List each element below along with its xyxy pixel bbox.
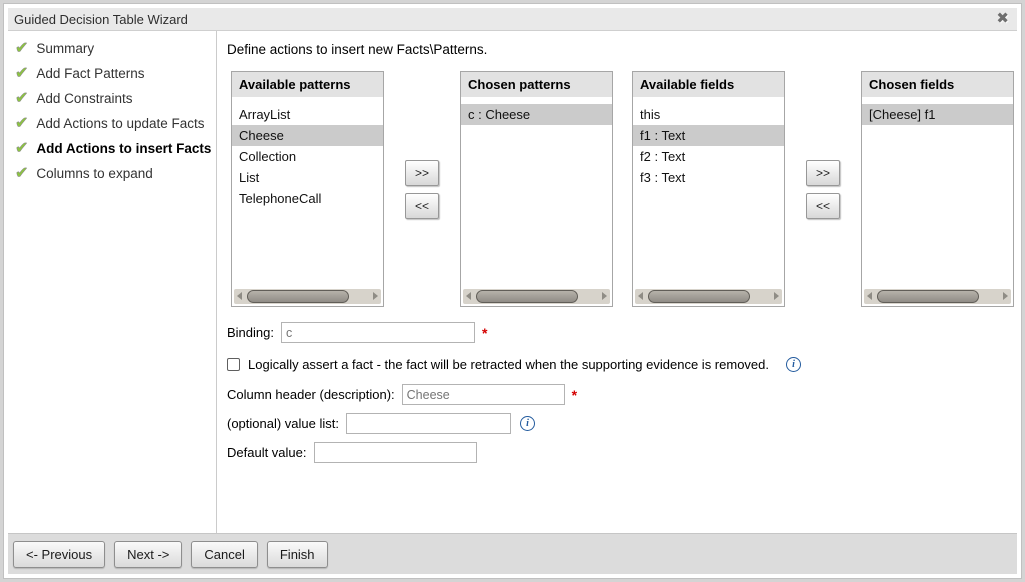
remove-pattern-button[interactable]: << (405, 193, 439, 219)
add-field-button[interactable]: >> (806, 160, 840, 186)
list-item[interactable]: TelephoneCall (232, 188, 383, 209)
value-list-label: (optional) value list: (227, 416, 339, 431)
scrollbar-thumb[interactable] (877, 290, 979, 303)
list-item[interactable]: ArrayList (232, 104, 383, 125)
horizontal-scrollbar[interactable] (864, 289, 1011, 304)
sidebar-item-label: Summary (36, 41, 94, 56)
listbox-items: c : Cheese (461, 97, 612, 288)
column-header-row: Column header (description): * (227, 384, 1017, 405)
check-icon: ✔ (15, 117, 28, 131)
list-item[interactable]: Collection (232, 146, 383, 167)
listbox-items: [Cheese] f1 (862, 97, 1013, 288)
scroll-right-arrow-icon[interactable] (774, 292, 779, 300)
list-item[interactable]: this (633, 104, 784, 125)
add-pattern-button[interactable]: >> (405, 160, 439, 186)
default-value-label: Default value: (227, 445, 307, 460)
info-icon[interactable]: i (786, 357, 801, 372)
column-header-input[interactable] (402, 384, 565, 405)
wizard-dialog: Guided Decision Table Wizard ✖ ✔ Summary… (3, 3, 1022, 579)
scroll-right-arrow-icon[interactable] (1003, 292, 1008, 300)
sidebar-item-label: Columns to expand (36, 166, 152, 181)
next-button[interactable]: Next -> (114, 541, 182, 568)
finish-button[interactable]: Finish (267, 541, 328, 568)
available-patterns-listbox: Available patterns ArrayListCheeseCollec… (231, 71, 384, 307)
scroll-right-arrow-icon[interactable] (373, 292, 378, 300)
value-list-row: (optional) value list: i (227, 413, 1017, 434)
scroll-left-arrow-icon[interactable] (466, 292, 471, 300)
scrollbar-thumb[interactable] (648, 290, 750, 303)
check-icon: ✔ (15, 92, 28, 106)
list-item[interactable]: c : Cheese (461, 104, 612, 125)
check-icon: ✔ (15, 167, 28, 181)
dialog-titlebar: Guided Decision Table Wizard ✖ (8, 8, 1017, 31)
close-icon[interactable]: ✖ (996, 9, 1009, 27)
scroll-left-arrow-icon[interactable] (638, 292, 643, 300)
sidebar-item-label: Add Constraints (36, 91, 132, 106)
chosen-fields-listbox: Chosen fields [Cheese] f1 (861, 71, 1014, 307)
logical-assert-checkbox[interactable] (227, 358, 240, 371)
default-value-input[interactable] (314, 442, 477, 463)
sidebar-item-columns-to-expand[interactable]: ✔ Columns to expand (8, 161, 216, 186)
listbox-items: thisf1 : Textf2 : Textf3 : Text (633, 97, 784, 288)
step-instruction: Define actions to insert new Facts\Patte… (227, 42, 1017, 57)
column-header-label: Column header (description): (227, 387, 395, 402)
listbox-header: Chosen fields (862, 72, 1013, 97)
sidebar-item-add-constraints[interactable]: ✔ Add Constraints (8, 86, 216, 111)
logical-assert-row: Logically assert a fact - the fact will … (227, 357, 1017, 372)
list-item[interactable]: List (232, 167, 383, 188)
wizard-button-bar: <- Previous Next -> Cancel Finish (8, 533, 1017, 574)
required-asterisk: * (482, 325, 487, 341)
patterns-transfer-buttons: >> << (384, 71, 460, 219)
listbox-items: ArrayListCheeseCollectionListTelephoneCa… (232, 97, 383, 288)
check-icon: ✔ (15, 67, 28, 81)
dialog-body: ✔ Summary ✔ Add Fact Patterns ✔ Add Cons… (8, 31, 1017, 533)
horizontal-scrollbar[interactable] (635, 289, 782, 304)
list-item[interactable]: f3 : Text (633, 167, 784, 188)
logical-assert-label: Logically assert a fact - the fact will … (248, 357, 769, 372)
sidebar-item-label: Add Actions to update Facts (36, 116, 204, 131)
scroll-left-arrow-icon[interactable] (867, 292, 872, 300)
horizontal-scrollbar[interactable] (234, 289, 381, 304)
screen: Guided Decision Table Wizard ✖ ✔ Summary… (0, 0, 1025, 582)
sidebar-item-label: Add Fact Patterns (36, 66, 144, 81)
scrollbar-thumb[interactable] (476, 290, 578, 303)
sidebar-item-add-actions-update-facts[interactable]: ✔ Add Actions to update Facts (8, 111, 216, 136)
binding-input[interactable] (281, 322, 475, 343)
info-icon[interactable]: i (520, 416, 535, 431)
available-fields-listbox: Available fields thisf1 : Textf2 : Textf… (632, 71, 785, 307)
listbox-header: Chosen patterns (461, 72, 612, 97)
step-content: Define actions to insert new Facts\Patte… (217, 31, 1017, 533)
binding-label: Binding: (227, 325, 274, 340)
fields-transfer-buttons: >> << (785, 71, 861, 219)
dialog-title: Guided Decision Table Wizard (8, 12, 188, 27)
scroll-left-arrow-icon[interactable] (237, 292, 242, 300)
chosen-patterns-listbox: Chosen patterns c : Cheese (460, 71, 613, 307)
pattern-field-transfer: Available patterns ArrayListCheeseCollec… (231, 71, 1017, 307)
required-asterisk: * (572, 387, 577, 403)
check-icon: ✔ (15, 142, 28, 156)
list-item[interactable]: [Cheese] f1 (862, 104, 1013, 125)
list-item[interactable]: f2 : Text (633, 146, 784, 167)
value-list-input[interactable] (346, 413, 511, 434)
cancel-button[interactable]: Cancel (191, 541, 257, 568)
horizontal-scrollbar[interactable] (463, 289, 610, 304)
sidebar-item-add-fact-patterns[interactable]: ✔ Add Fact Patterns (8, 61, 216, 86)
binding-row: Binding: * (227, 322, 1017, 343)
remove-field-button[interactable]: << (806, 193, 840, 219)
check-icon: ✔ (15, 42, 28, 56)
list-item[interactable]: f1 : Text (633, 125, 784, 146)
sidebar-item-label: Add Actions to insert Facts (36, 141, 211, 156)
sidebar-item-add-actions-insert-facts[interactable]: ✔ Add Actions to insert Facts (8, 136, 216, 161)
pattern-details-form: Binding: * Logically assert a fact - the… (227, 322, 1017, 463)
scroll-right-arrow-icon[interactable] (602, 292, 607, 300)
previous-button[interactable]: <- Previous (13, 541, 105, 568)
listbox-header: Available patterns (232, 72, 383, 97)
scrollbar-thumb[interactable] (247, 290, 349, 303)
listbox-header: Available fields (633, 72, 784, 97)
wizard-steps-sidebar: ✔ Summary ✔ Add Fact Patterns ✔ Add Cons… (8, 31, 217, 533)
default-value-row: Default value: (227, 442, 1017, 463)
sidebar-item-summary[interactable]: ✔ Summary (8, 36, 216, 61)
list-item[interactable]: Cheese (232, 125, 383, 146)
